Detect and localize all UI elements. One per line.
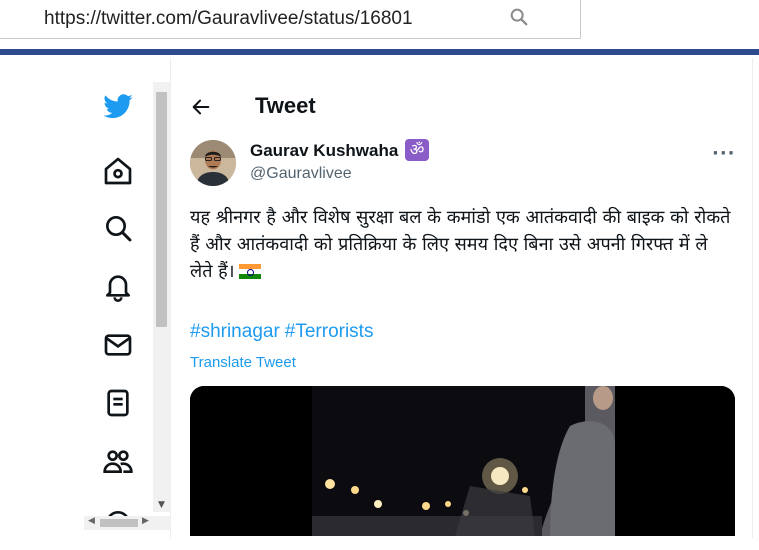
author-name[interactable]: Gaurav Kushwaha [250, 141, 398, 161]
search-icon[interactable] [508, 6, 530, 28]
hashtags: #shrinagar #Terrorists [190, 321, 378, 343]
hashtag-link[interactable]: #shrinagar [190, 321, 280, 342]
tweet-text: यह श्रीनगर है और विशेष सुरक्षा बल के कमा… [190, 204, 735, 285]
browser-divider [0, 49, 759, 55]
tweet-video[interactable] [190, 386, 735, 536]
home-icon[interactable] [102, 155, 134, 187]
mail-icon[interactable] [102, 329, 134, 361]
back-arrow-icon[interactable] [190, 96, 212, 118]
tweet-text-content: यह श्रीनगर है और विशेष सुरक्षा बल के कमा… [190, 207, 731, 282]
sidebar-divider [170, 58, 171, 538]
avatar[interactable] [190, 140, 236, 186]
scrollbar-thumb[interactable] [156, 92, 167, 327]
url-text[interactable]: https://twitter.com/Gauravlivee/status/1… [44, 8, 413, 30]
scroll-left-arrow-icon[interactable]: ◀ [88, 516, 95, 526]
bell-icon[interactable] [102, 270, 134, 302]
communities-icon[interactable] [102, 445, 134, 477]
list-icon[interactable] [102, 387, 134, 419]
content-divider [752, 58, 753, 538]
india-flag-icon [238, 264, 261, 279]
page-title: Tweet [255, 93, 316, 118]
more-options-button[interactable]: ··· [712, 143, 736, 164]
om-badge: ॐ [405, 139, 429, 161]
scroll-down-arrow-icon[interactable]: ▼ [153, 500, 170, 514]
author-handle[interactable]: @Gauravlivee [250, 165, 352, 183]
explore-search-icon[interactable] [102, 212, 134, 244]
translate-tweet-link[interactable]: Translate Tweet [190, 354, 296, 371]
horizontal-scrollbar-thumb[interactable] [100, 519, 138, 527]
twitter-logo-icon[interactable] [101, 91, 135, 123]
hashtag-link[interactable]: #Terrorists [285, 321, 374, 342]
scroll-right-arrow-icon[interactable]: ▶ [142, 516, 149, 526]
